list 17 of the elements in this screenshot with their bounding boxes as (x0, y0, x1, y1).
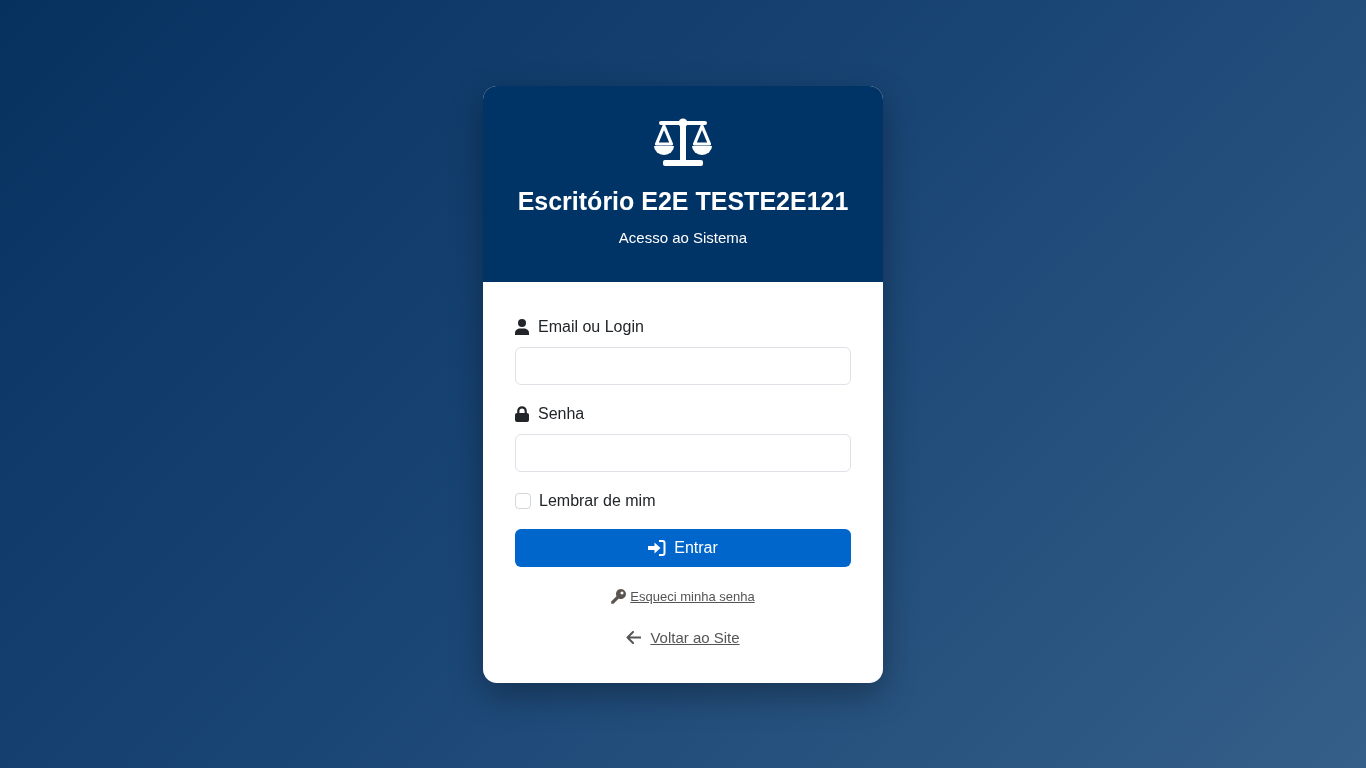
back-to-site-link[interactable]: Voltar ao Site (650, 626, 740, 649)
password-field[interactable] (515, 433, 851, 472)
field-label: Email ou Login (538, 316, 644, 337)
lock-icon (515, 405, 529, 422)
input-field[interactable] (515, 346, 851, 385)
card-title: Escritório E2E TESTE2E121 (517, 185, 849, 217)
arrow-left-icon (626, 631, 642, 644)
field-label: Senha (538, 403, 585, 424)
login-button[interactable]: Entrar (515, 528, 851, 567)
key-icon (611, 589, 627, 604)
sign-in-icon (648, 539, 667, 556)
card-subtitle: Acesso ao Sistema (618, 227, 748, 248)
remember-checkbox[interactable] (515, 492, 531, 509)
scales-icon (653, 117, 713, 166)
checkbox-label: Lembrar de mim (539, 490, 656, 511)
forgot-password-link[interactable]: Esqueci minha senha (630, 586, 755, 607)
user-icon (515, 318, 529, 335)
